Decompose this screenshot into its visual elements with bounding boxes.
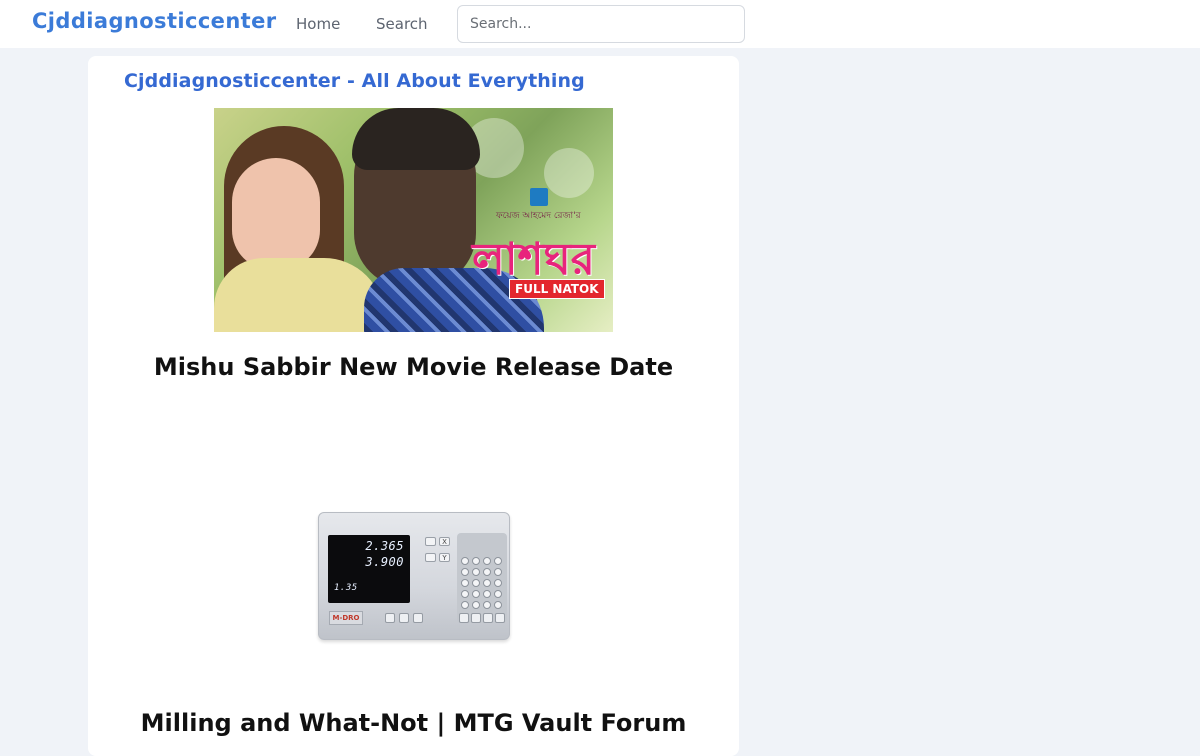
dro-readout: 2.365 (365, 539, 404, 553)
dro-key (483, 590, 491, 598)
post-thumbnail-dro-device[interactable]: 2.365 3.900 1.35 X Y M-DRO (318, 512, 510, 640)
dro-axis-key-x: X (439, 537, 450, 546)
dro-axis-key (425, 553, 436, 562)
post-title-link[interactable]: Mishu Sabbir New Movie Release Date (88, 353, 739, 381)
dro-key (494, 579, 502, 587)
dro-brand-tag: M-DRO (329, 611, 363, 625)
dro-display: 2.365 3.900 1.35 (328, 535, 410, 603)
dro-function-key (471, 613, 481, 623)
dro-function-key (459, 613, 469, 623)
dro-key (461, 601, 469, 609)
poster-badge: FULL NATOK (509, 279, 605, 299)
dro-key (472, 590, 480, 598)
dro-readout: 3.900 (365, 555, 404, 569)
dro-key (494, 590, 502, 598)
channel-logo-icon (530, 188, 548, 206)
dro-function-key (413, 613, 423, 623)
dro-axis-key (425, 537, 436, 546)
dro-function-key (495, 613, 505, 623)
poster-bokeh (544, 148, 594, 198)
dro-key (494, 601, 502, 609)
dro-function-key (483, 613, 493, 623)
dro-key (483, 557, 491, 565)
dro-function-key (399, 613, 409, 623)
dro-keypad (457, 533, 507, 623)
post-title-link[interactable]: Milling and What-Not | MTG Vault Forum (88, 709, 739, 737)
dro-key (483, 568, 491, 576)
dro-function-key (385, 613, 395, 623)
dro-key (494, 557, 502, 565)
dro-key (494, 568, 502, 576)
brand-logo-link[interactable]: Cjddiagnosticcenter (32, 9, 277, 33)
dro-key (472, 557, 480, 565)
dro-axis-key-y: Y (439, 553, 450, 562)
poster-subtitle: ফয়েজ আহমেদ রেজা'র (496, 211, 581, 221)
poster-woman-body (214, 258, 384, 332)
dro-key (483, 579, 491, 587)
post-thumbnail-movie-poster[interactable]: ফয়েজ আহমেদ রেজা'র লাশঘর FULL NATOK (214, 108, 613, 332)
poster-woman-face (232, 158, 320, 270)
content-card: Cjddiagnosticcenter - All About Everythi… (88, 56, 739, 756)
dro-key (472, 568, 480, 576)
dro-key (461, 568, 469, 576)
dro-key (461, 579, 469, 587)
dro-key (472, 601, 480, 609)
dro-key (483, 601, 491, 609)
dro-key (461, 590, 469, 598)
nav-link-home[interactable]: Home (296, 15, 340, 33)
search-input[interactable] (457, 5, 745, 43)
dro-readout: 1.35 (334, 583, 358, 593)
top-navbar: Cjddiagnosticcenter Home Search (0, 0, 1200, 48)
site-title: Cjddiagnosticcenter - All About Everythi… (124, 70, 585, 92)
dro-key (461, 557, 469, 565)
nav-link-search[interactable]: Search (376, 15, 428, 33)
poster-man-hair (352, 108, 480, 170)
dro-key (472, 579, 480, 587)
